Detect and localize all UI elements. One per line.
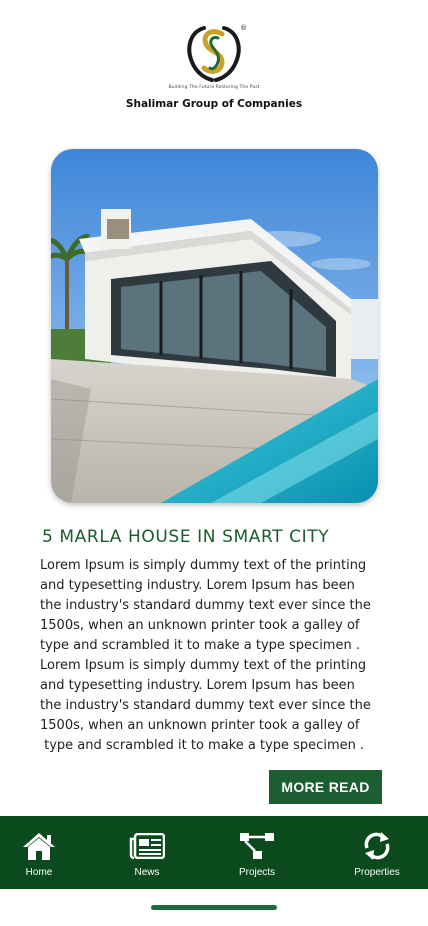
article-body: Lorem Ipsum is simply dummy text of the … [40,556,392,756]
article-line: the industry's standard dummy text ever … [40,598,371,613]
bottom-nav: Home News Projects Properties [0,816,428,889]
nav-label-news: News [134,867,160,878]
nav-label-projects: Projects [238,867,276,878]
nav-item-news[interactable]: News [122,816,172,889]
home-icon [22,830,56,862]
refresh-icon [362,830,392,862]
nav-label-home: Home [25,867,53,878]
article-line: and typesetting industry. Lorem Ipsum ha… [40,578,355,593]
nav-item-projects[interactable]: Projects [232,816,282,889]
article-line: type and scrambled it to make a type spe… [40,638,360,653]
article-line: type and scrambled it to make a type spe… [40,738,365,753]
article-line: the industry's standard dummy text ever … [40,698,371,713]
nav-item-properties[interactable]: Properties [348,816,406,889]
company-logo: ® Building The Future Restoring The Past… [0,22,428,122]
more-read-button[interactable]: MORE READ [269,770,382,804]
home-indicator[interactable] [151,905,277,910]
article-line: Lorem Ipsum is simply dummy text of the … [40,558,367,573]
logo-emblem: ® [187,24,246,82]
registered-mark: ® [240,24,246,32]
article-line: 1500s, when an unknown printer took a ga… [40,618,360,633]
house-image [51,149,378,503]
article-title: 5 MARLA HOUSE IN SMART CITY [42,527,330,547]
company-name: Shalimar Group of Companies [125,98,303,110]
nav-item-home[interactable]: Home [14,816,64,889]
article-line: 1500s, when an unknown printer took a ga… [40,718,360,733]
property-photo[interactable] [51,149,378,503]
article-line: Lorem Ipsum is simply dummy text of the … [40,658,367,673]
article-line: and typesetting industry. Lorem Ipsum ha… [40,678,355,693]
newspaper-icon [129,830,165,862]
logo-tagline: Building The Future Restoring The Past [168,85,260,90]
sitemap-icon [239,830,275,862]
nav-label-properties: Properties [354,867,400,878]
